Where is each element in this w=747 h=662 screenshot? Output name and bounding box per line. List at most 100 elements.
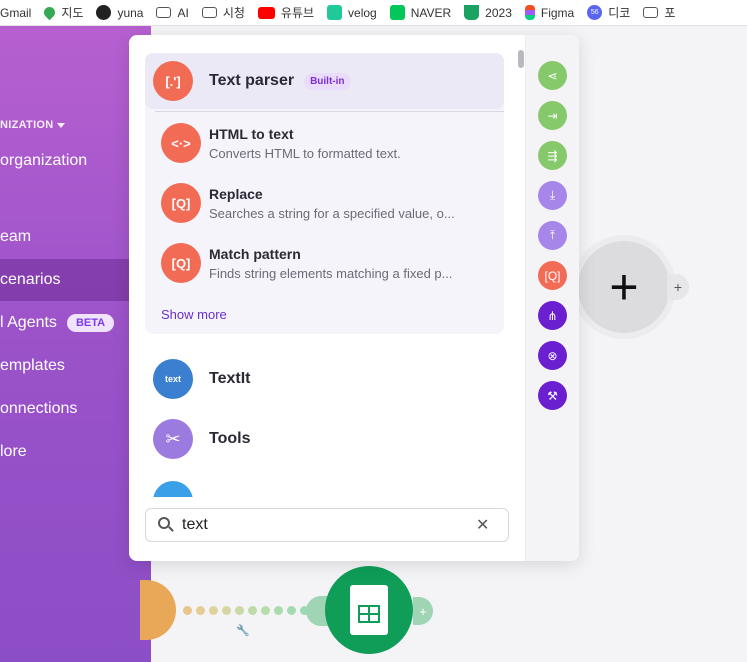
- bookmark-3[interactable]: AI: [156, 5, 189, 20]
- sidebar-item-label: cenarios: [0, 271, 61, 288]
- map-pin-icon: [42, 4, 58, 21]
- bookmark-label: 2023: [485, 5, 512, 20]
- get-variable-icon[interactable]: ⤓: [538, 181, 567, 210]
- connection-dot: [183, 606, 192, 615]
- bookmark-label: Gmail: [0, 5, 32, 20]
- bookmark-10[interactable]: 56 디코: [587, 4, 630, 21]
- beta-badge: BETA: [66, 314, 115, 332]
- tools-icon: ✂: [153, 419, 193, 459]
- bookmark-label: 지도: [61, 6, 84, 20]
- module-title: Match pattern: [209, 245, 301, 262]
- connection-dot: [274, 606, 283, 615]
- search-input[interactable]: [182, 516, 472, 534]
- app-title: Tools: [209, 430, 251, 447]
- module-list: [.'] Text parser Built-in <·> HTML to te…: [129, 35, 524, 497]
- text-parser-header[interactable]: [.'] Text parser Built-in: [145, 53, 504, 109]
- connection-dot: [222, 606, 231, 615]
- bookmarks-bar: Gmail 지도 yuna AI 시청 유튜브 velog NAVER 2023 Figma 56 디…: [0, 0, 747, 26]
- app-partial[interactable]: [153, 479, 503, 497]
- text-parser-icon[interactable]: [Q]: [538, 261, 567, 290]
- sidebar-item-label: eam: [0, 228, 32, 245]
- connection-dot: [209, 606, 218, 615]
- bookmark-label: NAVER: [410, 5, 452, 20]
- app-tools[interactable]: ✂ Tools: [153, 417, 503, 461]
- figma-icon: [524, 5, 535, 20]
- naver-icon: [389, 5, 405, 20]
- connection-dots: [183, 606, 326, 615]
- bookmark-5[interactable]: 유튜브: [257, 4, 315, 21]
- folder-icon: [156, 7, 172, 18]
- connection-dot: [248, 606, 257, 615]
- sidebar-item-label: l Agents: [0, 314, 57, 331]
- small-plus-icon: +: [673, 279, 683, 295]
- module-html-to-text[interactable]: <·> HTML to text Converts HTML to format…: [161, 118, 501, 168]
- bookmark-4[interactable]: 시청: [201, 4, 245, 21]
- velog-icon: [327, 5, 343, 20]
- clear-icon[interactable]: ✕: [476, 515, 489, 535]
- google-sheets-icon: [350, 585, 388, 635]
- show-more-link[interactable]: Show more: [161, 307, 227, 322]
- folder-icon: [201, 7, 217, 18]
- match-pattern-icon: [Q]: [161, 243, 201, 283]
- sidebar-item-label: lore: [0, 443, 27, 460]
- html-to-text-icon: <·>: [161, 123, 201, 163]
- bookmark-7[interactable]: NAVER: [389, 5, 452, 20]
- caret-down-icon: [56, 122, 65, 128]
- bookmark-0[interactable]: Gmail: [0, 6, 31, 20]
- bookmark-label: 유튜브: [280, 6, 315, 20]
- connection-dot: [235, 606, 244, 615]
- bookmark-1[interactable]: 지도: [42, 4, 84, 21]
- bookmark-label: AI: [177, 5, 189, 20]
- app-icon: [153, 481, 193, 497]
- set-variable-icon[interactable]: ⤒: [538, 221, 567, 250]
- bookmark-9[interactable]: Figma: [524, 5, 574, 20]
- text-parser-icon: [.']: [153, 61, 193, 101]
- module-title: Replace: [209, 185, 263, 202]
- scrollbar-thumb[interactable]: [518, 50, 524, 68]
- module-description: Finds string elements matching a fixed p…: [209, 265, 453, 281]
- app-title: TextIt: [209, 370, 251, 387]
- connection-dot: [196, 606, 205, 615]
- organization-label: NIZATION: [0, 119, 54, 131]
- aggregator-icon[interactable]: ⇥: [538, 101, 567, 130]
- app-textit[interactable]: text TextIt: [153, 357, 503, 401]
- module-title: HTML to text: [209, 125, 294, 142]
- compass-icon[interactable]: ⊗: [538, 341, 567, 370]
- bookmark-8[interactable]: 2023: [464, 5, 512, 20]
- connection-dot: [261, 606, 270, 615]
- bookmark-label: 디코: [608, 6, 631, 20]
- router-icon[interactable]: ⋖: [538, 61, 567, 90]
- cup-icon: [464, 5, 480, 20]
- tools-icon[interactable]: ⚒: [538, 381, 567, 410]
- module-picker-panel: [.'] Text parser Built-in <·> HTML to te…: [129, 35, 579, 561]
- organization-name[interactable]: organization: [0, 152, 87, 170]
- small-plus-icon: +: [419, 603, 427, 619]
- sidebar-item-label: emplates: [0, 357, 65, 374]
- iterator-icon[interactable]: ⇶: [538, 141, 567, 170]
- bookmark-11[interactable]: 포: [643, 4, 675, 21]
- bookmark-label: velog: [348, 5, 377, 20]
- bookmark-label: 시청: [222, 6, 245, 20]
- add-module-button[interactable]: +: [578, 241, 670, 333]
- bookmark-6[interactable]: velog: [327, 5, 377, 20]
- youtube-icon: [257, 6, 275, 19]
- google-sheets-module[interactable]: [325, 566, 413, 654]
- module-description: Searches a string for a specified value,…: [209, 205, 455, 221]
- folder-icon: [643, 7, 659, 18]
- module-search-box[interactable]: ✕: [145, 508, 509, 542]
- wrench-icon[interactable]: 🔧: [236, 624, 250, 637]
- search-icon: [158, 517, 174, 533]
- bookmark-2[interactable]: yuna: [96, 5, 143, 20]
- divider: [155, 111, 504, 112]
- group-title: Text parser: [209, 72, 295, 89]
- text-parser-group: [.'] Text parser Built-in <·> HTML to te…: [145, 53, 504, 334]
- module-replace[interactable]: [Q] Replace Searches a string for a spec…: [161, 178, 501, 228]
- module-description: Converts HTML to formatted text.: [209, 145, 401, 161]
- replace-icon: [Q]: [161, 183, 201, 223]
- plus-icon: +: [609, 259, 639, 315]
- built-in-badge: Built-in: [304, 72, 351, 90]
- share-icon[interactable]: ⋔: [538, 301, 567, 330]
- module-match-pattern[interactable]: [Q] Match pattern Finds string elements …: [161, 238, 501, 288]
- discord-icon: 56: [587, 5, 603, 20]
- organization-switcher[interactable]: NIZATION: [0, 119, 65, 131]
